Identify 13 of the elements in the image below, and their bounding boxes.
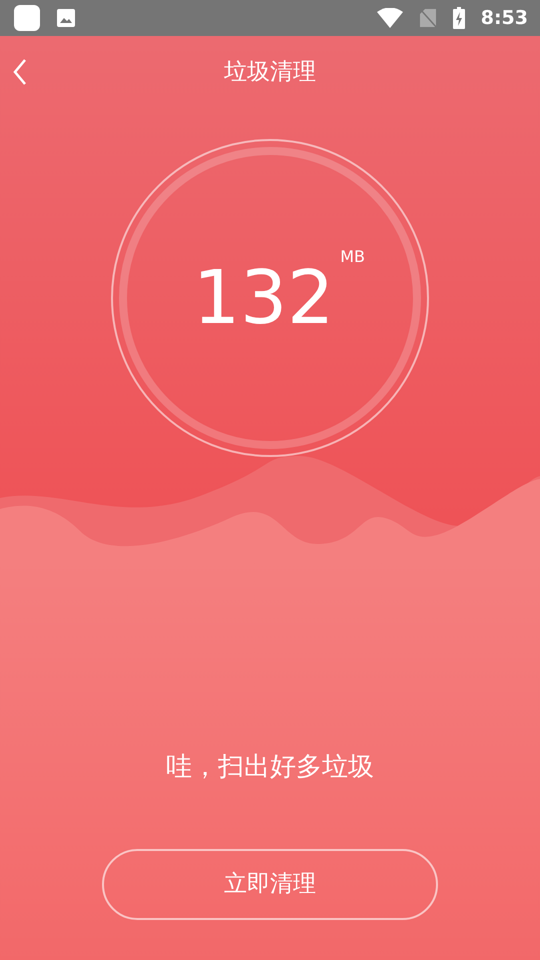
clean-now-button[interactable]: 立即清理 <box>102 849 438 920</box>
battery-icon <box>452 7 465 29</box>
back-icon <box>12 58 28 86</box>
junk-amount: 132 <box>192 261 334 335</box>
no-sim-icon <box>418 8 437 28</box>
image-icon <box>56 8 76 28</box>
scan-message: 哇，扫出好多垃圾 <box>166 751 374 784</box>
unit-label: MB <box>340 246 366 268</box>
app-icon <box>14 5 40 31</box>
wifi-icon <box>376 8 403 28</box>
clock: 8:53 <box>480 6 528 31</box>
page-title: 垃圾清理 <box>224 58 316 87</box>
back-button[interactable] <box>12 58 28 86</box>
